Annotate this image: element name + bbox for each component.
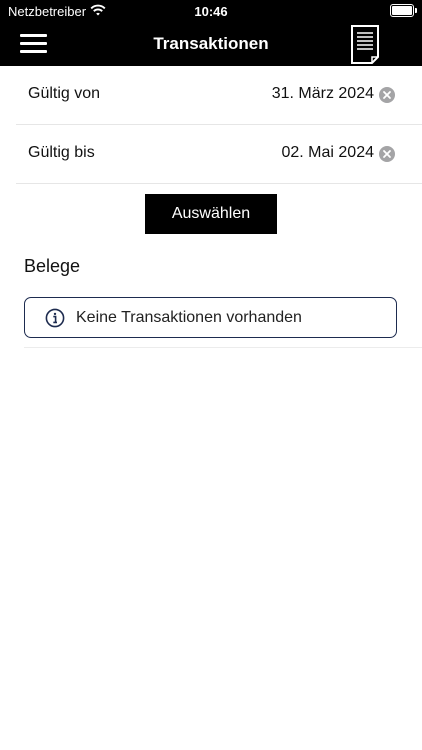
select-button[interactable]: Auswählen (145, 194, 277, 234)
navigation-bar: Transaktionen (0, 22, 422, 66)
valid-to-row[interactable]: Gültig bis 02. Mai 2024 (16, 125, 422, 184)
clock: 10:46 (194, 4, 228, 19)
empty-state-notice: Keine Transaktionen vorhanden (24, 297, 397, 338)
section-title-receipts: Belege (24, 256, 81, 276)
document-icon[interactable] (350, 24, 380, 64)
valid-to-value[interactable]: 02. Mai 2024 (281, 144, 374, 162)
empty-state-text: Keine Transaktionen vorhanden (76, 309, 302, 326)
divider (24, 347, 422, 348)
valid-from-label: Gültig von (28, 85, 101, 102)
battery-icon (390, 4, 417, 17)
status-bar: Netzbetreiber 10:46 (0, 0, 422, 22)
info-icon (45, 308, 65, 328)
valid-from-row[interactable]: Gültig von 31. März 2024 (16, 66, 422, 125)
clear-valid-to-icon[interactable] (379, 146, 395, 162)
clear-valid-from-icon[interactable] (379, 87, 395, 103)
valid-from-value[interactable]: 31. März 2024 (272, 85, 374, 103)
valid-to-label: Gültig bis (28, 144, 95, 161)
